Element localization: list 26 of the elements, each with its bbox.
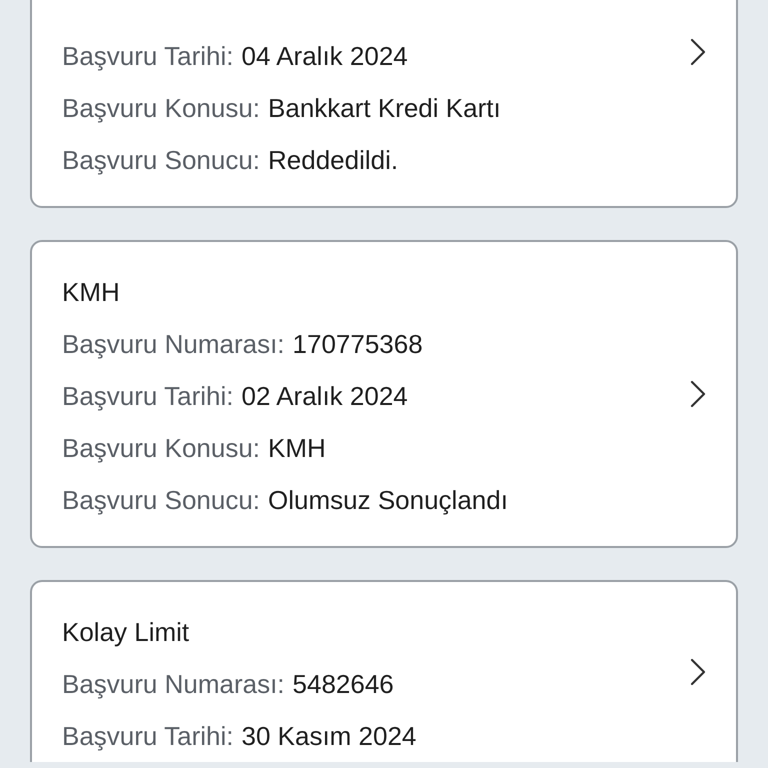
field-value: 5482646 [292,668,394,701]
field-value: KMH [268,432,326,465]
field-label: Başvuru Tarihi: [62,40,234,73]
application-card[interactable]: Başvuru Tarihi: 04 Aralık 2024 Başvuru Konusu: Bankkart Kredi Kartı Başvuru Sonucu: Reddedildi. [30,0,738,208]
application-card[interactable]: KMH Başvuru Numarası: 170775368 Başvuru Tarihi: 02 Aralık 2024 Başvuru Konusu: KMH Başvuru Sonucu: Olumsuz Sonuçlandı [30,240,738,548]
chevron-right-icon [690,38,706,66]
field-label: Başvuru Konusu: [62,92,260,125]
field-label: Başvuru Numarası: [62,668,285,701]
field-label: Başvuru Tarihi: [62,380,234,413]
card-title: Kolay Limit [62,616,190,649]
field-value: 04 Aralık 2024 [242,40,408,73]
field-label: Başvuru Tarihi: [62,720,234,753]
field-value: Olumsuz Sonuçlandı [268,484,508,517]
chevron-right-icon [690,380,706,408]
field-label: Başvuru Sonucu: [62,144,260,177]
field-label: Başvuru Sonucu: [62,484,260,517]
field-value: 30 Kasım 2024 [242,720,416,753]
field-value: Reddedildi. [268,144,398,177]
field-value: 02 Aralık 2024 [242,380,408,413]
application-card[interactable]: Kolay Limit Başvuru Numarası: 5482646 Başvuru Tarihi: 30 Kasım 2024 [30,580,738,762]
field-label: Başvuru Numarası: [62,328,285,361]
field-label: Başvuru Konusu: [62,432,260,465]
field-value: 170775368 [292,328,423,361]
field-value: Bankkart Kredi Kartı [268,92,501,125]
card-title: KMH [62,276,121,309]
chevron-right-icon [690,658,706,686]
